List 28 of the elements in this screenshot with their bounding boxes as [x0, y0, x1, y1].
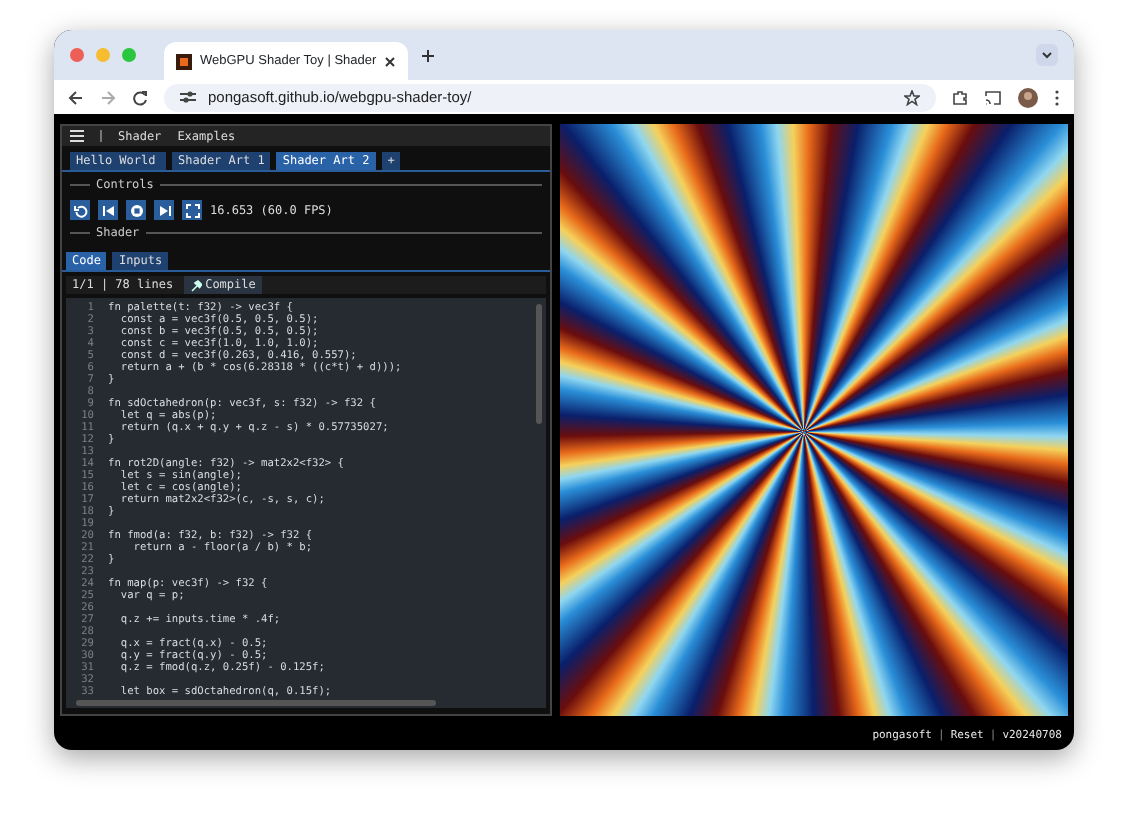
skip-forward-icon — [157, 203, 171, 217]
site-settings-icon[interactable] — [180, 90, 196, 104]
fullscreen-button[interactable] — [182, 200, 202, 220]
back-icon[interactable] — [68, 89, 84, 105]
previous-button[interactable] — [98, 200, 118, 220]
skip-back-icon — [101, 203, 115, 217]
vertical-scrollbar[interactable] — [535, 304, 542, 424]
puzzle-icon[interactable] — [952, 89, 968, 105]
horizontal-scrollbar[interactable] — [76, 700, 436, 706]
restart-icon — [73, 203, 87, 217]
reload-icon[interactable] — [132, 89, 148, 105]
hammer-icon — [189, 279, 202, 291]
menu-icon[interactable] — [1054, 89, 1060, 105]
close-window-button[interactable] — [70, 48, 84, 62]
restart-button[interactable] — [70, 200, 90, 220]
star-icon[interactable] — [904, 89, 920, 105]
menu-icon[interactable] — [70, 130, 84, 142]
avatar-icon[interactable] — [1018, 87, 1038, 107]
favicon-icon — [176, 53, 192, 69]
new-tab-icon[interactable] — [420, 47, 437, 63]
tab-list-icon[interactable] — [1036, 44, 1058, 66]
fullscreen-icon — [185, 203, 199, 217]
stop-button[interactable] — [126, 200, 146, 220]
cast-icon[interactable] — [984, 89, 1002, 105]
code-editor[interactable] — [66, 298, 546, 708]
next-button[interactable] — [154, 200, 174, 220]
stop-icon — [129, 203, 143, 217]
close-icon[interactable] — [384, 55, 397, 67]
